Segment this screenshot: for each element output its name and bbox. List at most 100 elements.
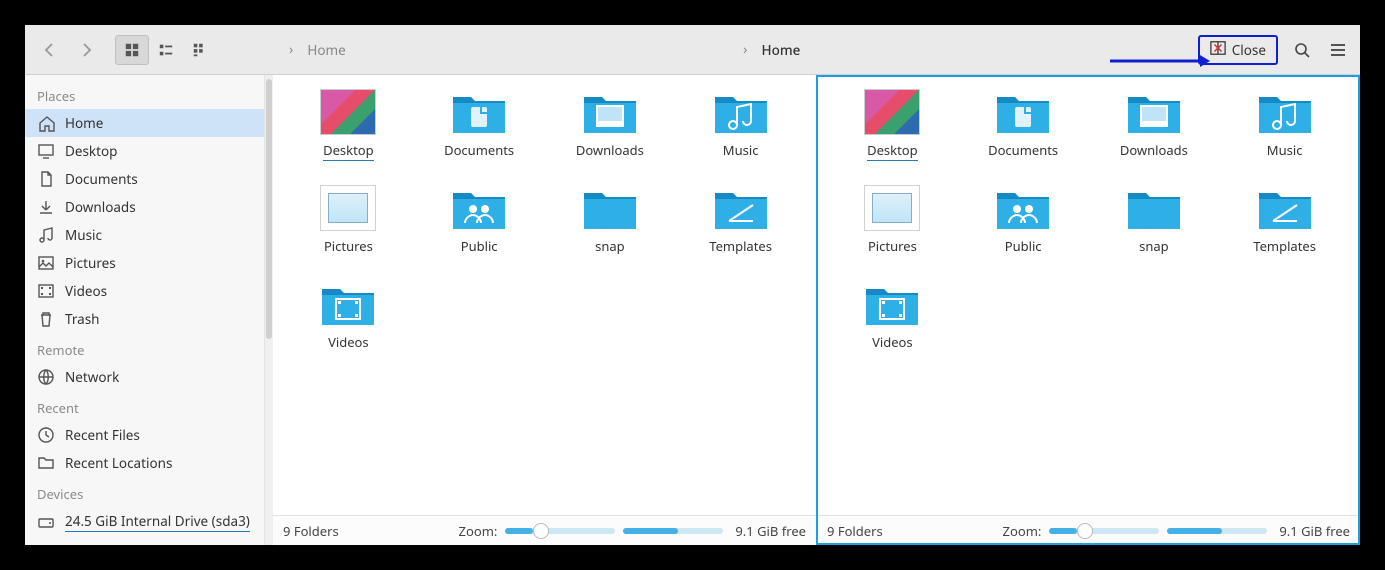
grid-item-label: Downloads	[1120, 141, 1188, 159]
folder-icon	[995, 185, 1051, 231]
grid-item-pictures[interactable]: Pictures	[827, 185, 958, 281]
body: Places Home Desktop Documents Downloads Musi…	[25, 75, 1360, 545]
sidebar-item-24-5-gib-internal-drive-sda3-[interactable]: 24.5 GiB Internal Drive (sda3)	[25, 507, 264, 537]
view-details-button[interactable]	[183, 35, 217, 65]
grid-item-snap[interactable]: snap	[545, 185, 676, 281]
grid-item-label: Music	[723, 141, 759, 159]
sidebar-item-label: Recent Locations	[65, 454, 172, 472]
breadcrumb-right-label: Home	[761, 41, 800, 59]
folder-icon	[995, 89, 1051, 135]
grid-item-pictures[interactable]: Pictures	[283, 185, 414, 281]
grid-item-templates[interactable]: Templates	[1219, 185, 1350, 281]
sidebar-scrollbar[interactable]	[265, 75, 273, 545]
folder-icon	[1126, 89, 1182, 135]
folder-icon	[320, 281, 376, 327]
zoom-slider[interactable]	[1049, 528, 1159, 534]
music-icon	[37, 226, 55, 244]
pictures-thumbnail-icon	[864, 185, 920, 231]
grid-item-label: Desktop	[323, 141, 374, 161]
zoom-slider-2[interactable]	[1167, 528, 1267, 534]
view-pane-2[interactable]: Desktop Documents Downloads Music Pictures Pu…	[816, 75, 1360, 545]
grid-item-label: Pictures	[868, 237, 917, 255]
grid-item-label: Public	[461, 237, 498, 255]
forward-button[interactable]	[71, 35, 101, 65]
grid-item-label: Pictures	[324, 237, 373, 255]
desktop-icon	[37, 142, 55, 160]
zoom-label: Zoom:	[1003, 522, 1042, 540]
search-button[interactable]	[1290, 38, 1314, 62]
grid-item-public[interactable]: Public	[414, 185, 545, 281]
grid-item-downloads[interactable]: Downloads	[545, 89, 676, 185]
desktop-thumbnail-icon	[864, 89, 920, 135]
sidebar-item-recent-locations[interactable]: Recent Locations	[25, 449, 264, 477]
sidebar-item-home[interactable]: Home	[25, 109, 264, 137]
grid-item-label: Public	[1005, 237, 1042, 255]
sidebar-item-desktop[interactable]: Desktop	[25, 137, 264, 165]
status-bar: 9 FoldersZoom:9.1 GiB free	[273, 515, 816, 545]
grid-item-label: Music	[1267, 141, 1303, 159]
sidebar-item-music[interactable]: Music	[25, 221, 264, 249]
sidebar-item-trash[interactable]: Trash	[25, 305, 264, 333]
grid-item-documents[interactable]: Documents	[958, 89, 1089, 185]
folder-icon	[1257, 89, 1313, 135]
sidebar-item-videos[interactable]: Videos	[25, 277, 264, 305]
grid-item-label: Documents	[444, 141, 514, 159]
grid-item-music[interactable]: Music	[1219, 89, 1350, 185]
grid-item-label: snap	[595, 237, 625, 255]
zoom-slider-2[interactable]	[623, 528, 723, 534]
grid-item-label: Videos	[872, 333, 913, 351]
back-button[interactable]	[35, 35, 65, 65]
menu-button[interactable]	[1326, 38, 1350, 62]
split-close-icon	[1210, 40, 1226, 60]
grid-item-music[interactable]: Music	[675, 89, 806, 185]
section-removable: Removable Devices	[25, 537, 264, 545]
grid-item-label: Desktop	[867, 141, 918, 161]
grid-item-label: Documents	[988, 141, 1058, 159]
sidebar-item-network[interactable]: Network	[25, 363, 264, 391]
sidebar-item-downloads[interactable]: Downloads	[25, 193, 264, 221]
documents-icon	[37, 170, 55, 188]
folder-count: 9 Folders	[283, 522, 339, 540]
sidebar-item-pictures[interactable]: Pictures	[25, 249, 264, 277]
sidebar-item-recent-files[interactable]: Recent Files	[25, 421, 264, 449]
sidebar-item-label: Desktop	[65, 142, 118, 160]
toolbar: › Home › Home Close	[25, 25, 1360, 75]
grid-item-snap[interactable]: snap	[1089, 185, 1220, 281]
grid-item-public[interactable]: Public	[958, 185, 1089, 281]
breadcrumb-right[interactable]: Home	[753, 41, 808, 59]
grid-item-label: Templates	[709, 237, 772, 255]
icon-grid[interactable]: Desktop Documents Downloads Music Pictures Pu…	[273, 75, 816, 515]
grid-item-desktop[interactable]: Desktop	[827, 89, 958, 185]
grid-item-templates[interactable]: Templates	[675, 185, 806, 281]
zoom-label: Zoom:	[459, 522, 498, 540]
chevron-right-icon: ›	[743, 40, 747, 59]
downloads-icon	[37, 198, 55, 216]
sidebar-item-label: Downloads	[65, 198, 136, 216]
section-places: Places	[25, 79, 264, 109]
sidebar-item-label: Videos	[65, 282, 107, 300]
zoom-slider[interactable]	[505, 528, 615, 534]
folder-icon	[713, 185, 769, 231]
view-icons-button[interactable]	[115, 35, 149, 65]
pictures-thumbnail-icon	[320, 185, 376, 231]
sidebar-item-documents[interactable]: Documents	[25, 165, 264, 193]
icon-grid[interactable]: Desktop Documents Downloads Music Pictures Pu…	[817, 75, 1360, 515]
view-pane-1[interactable]: Desktop Documents Downloads Music Pictures Pu…	[273, 75, 816, 545]
grid-item-videos[interactable]: Videos	[827, 281, 958, 377]
split-panes: Desktop Documents Downloads Music Pictures Pu…	[273, 75, 1360, 545]
grid-item-desktop[interactable]: Desktop	[283, 89, 414, 185]
view-compact-button[interactable]	[149, 35, 183, 65]
sidebar-item-label: Home	[65, 114, 103, 132]
sidebar-item-label: Music	[65, 226, 102, 244]
folder-icon	[582, 185, 638, 231]
places-panel: Places Home Desktop Documents Downloads Musi…	[25, 75, 265, 545]
grid-item-documents[interactable]: Documents	[414, 89, 545, 185]
breadcrumb-left[interactable]: Home	[299, 41, 353, 59]
status-bar: 9 FoldersZoom:9.1 GiB free	[817, 515, 1360, 545]
recent-locations-icon	[37, 454, 55, 472]
file-manager-window: › Home › Home Close Places Home Desktop Do…	[25, 25, 1360, 545]
sidebar-item-label: Pictures	[65, 254, 116, 272]
grid-item-downloads[interactable]: Downloads	[1089, 89, 1220, 185]
grid-item-videos[interactable]: Videos	[283, 281, 414, 377]
folder-icon	[582, 89, 638, 135]
